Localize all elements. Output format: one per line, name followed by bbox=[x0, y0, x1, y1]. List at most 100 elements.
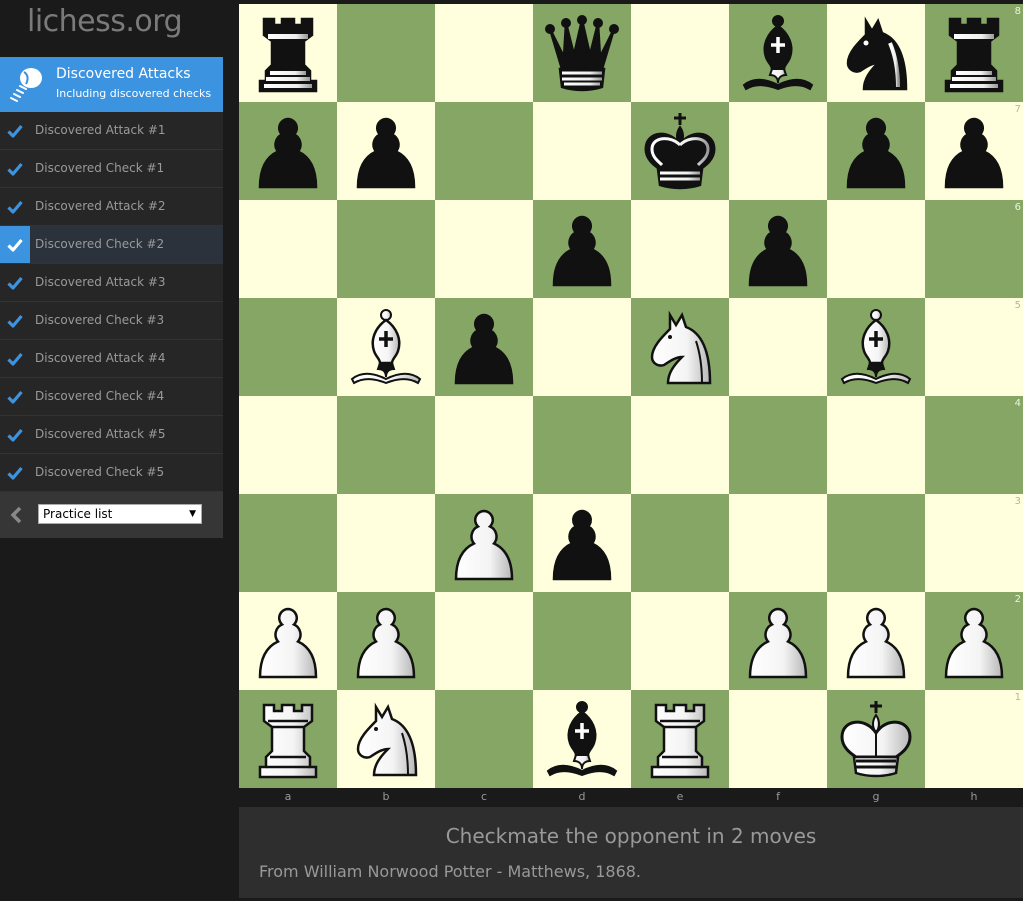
white-pawn-icon[interactable] bbox=[738, 601, 818, 681]
square-e5[interactable] bbox=[631, 298, 729, 396]
square-e8[interactable] bbox=[631, 4, 729, 102]
square-a1[interactable] bbox=[239, 690, 337, 788]
stage-item[interactable]: Discovered Attack #2 bbox=[0, 188, 223, 226]
white-pawn-icon[interactable] bbox=[836, 601, 916, 681]
square-f7[interactable] bbox=[729, 102, 827, 200]
square-d1[interactable] bbox=[533, 690, 631, 788]
square-g6[interactable] bbox=[827, 200, 925, 298]
square-h8[interactable]: 8 bbox=[925, 4, 1023, 102]
white-rook-icon[interactable] bbox=[248, 699, 328, 779]
stage-item[interactable]: Discovered Check #2 bbox=[0, 226, 223, 264]
square-c6[interactable] bbox=[435, 200, 533, 298]
white-knight-icon[interactable] bbox=[640, 307, 720, 387]
black-rook-icon[interactable] bbox=[934, 13, 1014, 93]
white-king-icon[interactable] bbox=[836, 699, 916, 779]
stage-item[interactable]: Discovered Check #4 bbox=[0, 378, 223, 416]
stage-item[interactable]: Discovered Attack #3 bbox=[0, 264, 223, 302]
white-bishop-icon[interactable] bbox=[836, 307, 916, 387]
square-d2[interactable] bbox=[533, 592, 631, 690]
stage-item[interactable]: Discovered Check #5 bbox=[0, 454, 223, 492]
square-c3[interactable] bbox=[435, 494, 533, 592]
square-h2[interactable]: 2 bbox=[925, 592, 1023, 690]
square-e6[interactable] bbox=[631, 200, 729, 298]
square-d8[interactable] bbox=[533, 4, 631, 102]
square-g4[interactable] bbox=[827, 396, 925, 494]
stage-item[interactable]: Discovered Attack #5 bbox=[0, 416, 223, 454]
black-pawn-icon[interactable] bbox=[836, 111, 916, 191]
square-a3[interactable] bbox=[239, 494, 337, 592]
square-a7[interactable] bbox=[239, 102, 337, 200]
black-pawn-icon[interactable] bbox=[738, 209, 818, 289]
square-g3[interactable] bbox=[827, 494, 925, 592]
square-b3[interactable] bbox=[337, 494, 435, 592]
black-bishop-icon[interactable] bbox=[542, 699, 622, 779]
chess-board[interactable]: 8 7 6 5 4 3 2 1 bbox=[239, 4, 1023, 788]
square-b6[interactable] bbox=[337, 200, 435, 298]
chevron-left-icon[interactable] bbox=[9, 506, 23, 524]
square-h7[interactable]: 7 bbox=[925, 102, 1023, 200]
square-d4[interactable] bbox=[533, 396, 631, 494]
square-f5[interactable] bbox=[729, 298, 827, 396]
square-g2[interactable] bbox=[827, 592, 925, 690]
square-b1[interactable] bbox=[337, 690, 435, 788]
white-pawn-icon[interactable] bbox=[248, 601, 328, 681]
square-f6[interactable] bbox=[729, 200, 827, 298]
white-knight-icon[interactable] bbox=[346, 699, 426, 779]
square-h3[interactable]: 3 bbox=[925, 494, 1023, 592]
black-pawn-icon[interactable] bbox=[934, 111, 1014, 191]
square-c8[interactable] bbox=[435, 4, 533, 102]
square-f4[interactable] bbox=[729, 396, 827, 494]
white-bishop-icon[interactable] bbox=[346, 307, 426, 387]
square-b5[interactable] bbox=[337, 298, 435, 396]
black-king-icon[interactable] bbox=[640, 111, 720, 191]
square-g5[interactable] bbox=[827, 298, 925, 396]
square-e2[interactable] bbox=[631, 592, 729, 690]
square-a6[interactable] bbox=[239, 200, 337, 298]
square-c7[interactable] bbox=[435, 102, 533, 200]
practice-list-select[interactable]: Practice list ▼ bbox=[38, 504, 202, 524]
white-pawn-icon[interactable] bbox=[444, 503, 524, 583]
square-h4[interactable]: 4 bbox=[925, 396, 1023, 494]
black-pawn-icon[interactable] bbox=[346, 111, 426, 191]
square-b4[interactable] bbox=[337, 396, 435, 494]
square-a8[interactable] bbox=[239, 4, 337, 102]
square-e3[interactable] bbox=[631, 494, 729, 592]
white-pawn-icon[interactable] bbox=[934, 601, 1014, 681]
black-knight-icon[interactable] bbox=[836, 13, 916, 93]
black-pawn-icon[interactable] bbox=[248, 111, 328, 191]
black-pawn-icon[interactable] bbox=[444, 307, 524, 387]
square-g1[interactable] bbox=[827, 690, 925, 788]
square-a2[interactable] bbox=[239, 592, 337, 690]
white-rook-icon[interactable] bbox=[640, 699, 720, 779]
stage-item[interactable]: Discovered Attack #4 bbox=[0, 340, 223, 378]
white-pawn-icon[interactable] bbox=[346, 601, 426, 681]
square-d6[interactable] bbox=[533, 200, 631, 298]
square-e7[interactable] bbox=[631, 102, 729, 200]
square-f1[interactable] bbox=[729, 690, 827, 788]
square-e1[interactable] bbox=[631, 690, 729, 788]
square-h1[interactable]: 1 bbox=[925, 690, 1023, 788]
black-pawn-icon[interactable] bbox=[542, 209, 622, 289]
black-bishop-icon[interactable] bbox=[738, 13, 818, 93]
stage-item[interactable]: Discovered Check #3 bbox=[0, 302, 223, 340]
square-e4[interactable] bbox=[631, 396, 729, 494]
square-f2[interactable] bbox=[729, 592, 827, 690]
square-f3[interactable] bbox=[729, 494, 827, 592]
black-pawn-icon[interactable] bbox=[542, 503, 622, 583]
square-d7[interactable] bbox=[533, 102, 631, 200]
black-queen-icon[interactable] bbox=[542, 13, 622, 93]
black-rook-icon[interactable] bbox=[248, 13, 328, 93]
square-h5[interactable]: 5 bbox=[925, 298, 1023, 396]
square-b8[interactable] bbox=[337, 4, 435, 102]
square-b7[interactable] bbox=[337, 102, 435, 200]
stage-item[interactable]: Discovered Attack #1 bbox=[0, 112, 223, 150]
square-b2[interactable] bbox=[337, 592, 435, 690]
stage-item[interactable]: Discovered Check #1 bbox=[0, 150, 223, 188]
square-d5[interactable] bbox=[533, 298, 631, 396]
square-c4[interactable] bbox=[435, 396, 533, 494]
square-c1[interactable] bbox=[435, 690, 533, 788]
square-g8[interactable] bbox=[827, 4, 925, 102]
square-a5[interactable] bbox=[239, 298, 337, 396]
square-a4[interactable] bbox=[239, 396, 337, 494]
square-g7[interactable] bbox=[827, 102, 925, 200]
